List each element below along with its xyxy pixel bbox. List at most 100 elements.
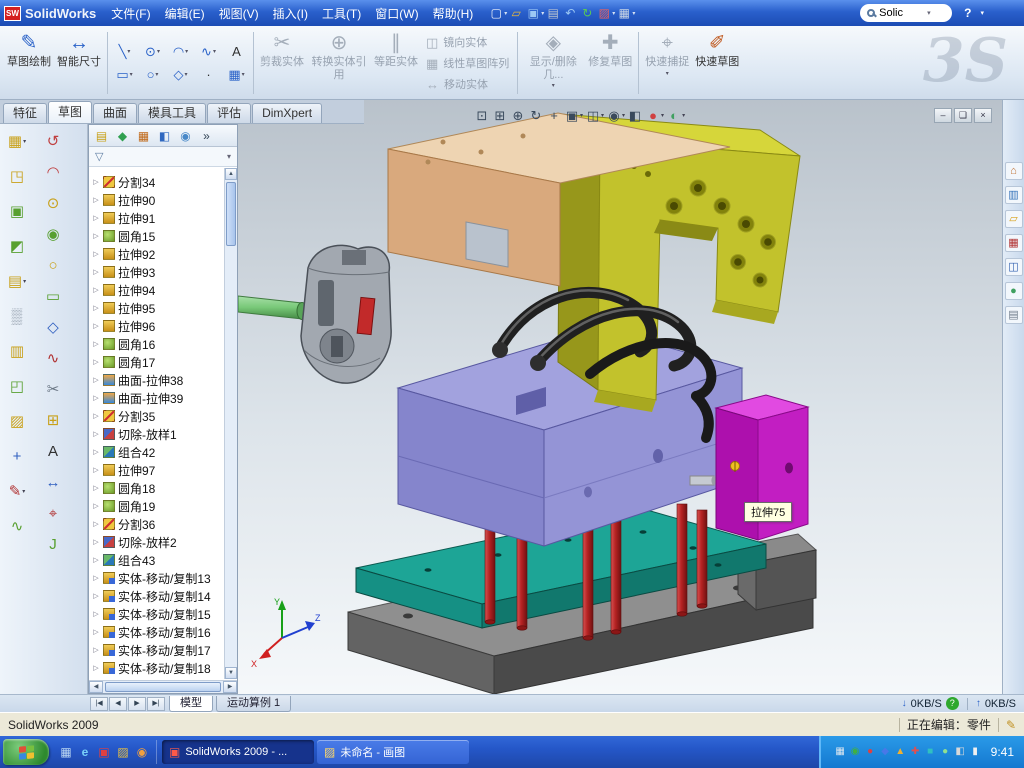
dropdown-arrow-icon[interactable]: ▾ [541,10,544,17]
zoom-in-out-icon[interactable]: ⊕ [510,107,526,124]
toolbar-icon[interactable]: ✎▾ [4,480,30,502]
expander-icon[interactable]: ▷ [90,574,102,582]
expander-icon[interactable]: ▷ [90,484,102,492]
spline-tool-icon[interactable]: ∿▾ [195,41,222,63]
tab-surfaces[interactable]: 曲面 [93,103,137,123]
close-icon[interactable]: × [974,108,992,123]
tree-item[interactable]: ▷曲面-拉伸38 [90,371,224,389]
expander-icon[interactable]: ▷ [90,646,102,654]
dropdown-arrow-icon[interactable]: ▾ [632,10,635,17]
scroll-down-icon[interactable]: ▼ [225,667,237,679]
tray-icon[interactable]: ▮ [968,744,983,760]
dropdown-arrow-icon[interactable]: ▾ [661,112,664,119]
expander-icon[interactable]: ▷ [90,430,102,438]
toolbar-icon[interactable]: ▭ [40,285,66,307]
arc-tool-icon[interactable]: ◠▾ [167,41,194,63]
expander-icon[interactable]: ▷ [90,628,102,636]
move-entities-button[interactable]: ↔ 移动实体 [426,76,509,92]
restore-icon[interactable]: ❏ [954,108,972,123]
toolbar-icon[interactable]: ◰ [4,375,30,397]
dropdown-arrow-icon[interactable]: ▾ [622,112,625,119]
rotate-view-icon[interactable]: ↻ [528,107,544,124]
expander-icon[interactable]: ▷ [90,286,102,294]
show-desktop-icon[interactable]: ▦ [58,744,74,760]
quick-snaps-button[interactable]: ⌖ 快速捕捉 ▾ [642,29,692,97]
menu-file[interactable]: 文件(F) [104,3,157,24]
expander-icon[interactable]: ▷ [90,340,102,348]
expander-icon[interactable]: ▷ [90,466,102,474]
dimxpertmanager-tab-icon[interactable]: ◧ [155,127,174,145]
pan-icon[interactable]: + [546,107,562,124]
file-explorer-icon[interactable]: ▱ [1005,210,1023,228]
dropdown-arrow-icon[interactable]: ▾ [612,10,615,17]
expander-icon[interactable]: ▷ [90,304,102,312]
expander-icon[interactable]: ▷ [90,502,102,510]
tree-item[interactable]: ▷实体-移动/复制16 [90,623,224,641]
tray-icon[interactable]: ◉ [848,744,863,760]
print-icon[interactable]: ▤ [545,4,561,22]
dropdown-arrow-icon[interactable]: ▾ [22,488,25,495]
scrollbar-thumb[interactable] [105,682,221,692]
tray-icon[interactable]: ▲ [893,744,908,760]
dropdown-arrow-icon[interactable]: ▾ [242,71,245,78]
view-palette-icon[interactable]: ◫ [1005,258,1023,276]
tree-item[interactable]: ▷拉伸92 [90,245,224,263]
dropdown-arrow-icon[interactable]: ▾ [552,82,555,89]
menu-help[interactable]: 帮助(H) [426,3,481,24]
dropdown-arrow-icon[interactable]: ▾ [213,48,216,55]
expander-icon[interactable]: ▷ [90,610,102,618]
tree-item[interactable]: ▷圆角16 [90,335,224,353]
toolbar-icon[interactable]: ▣ [4,200,30,222]
rectangle-tool-icon[interactable]: ▭▾ [111,64,138,86]
filter-icon[interactable]: ▽ [95,150,103,163]
toolbar-icon[interactable]: + [4,445,30,467]
toolbar-icon[interactable]: ▥ [4,340,30,362]
dropdown-arrow-icon[interactable]: ▾ [185,48,188,55]
dropdown-arrow-icon[interactable]: ▾ [682,112,685,119]
expander-icon[interactable]: ▷ [90,376,102,384]
tray-icon[interactable]: ● [938,744,953,760]
circle-tool-icon[interactable]: ⊙▾ [139,41,166,63]
view-orientation-icon[interactable]: ▣▾ [564,107,583,124]
help-icon[interactable]: ? [964,6,971,20]
trim-entities-button[interactable]: ✂ 剪裁实体 [257,29,307,97]
toolbar-icon[interactable]: ⊞ [40,409,66,431]
dropdown-arrow-icon[interactable]: ▾ [601,112,604,119]
tree-item[interactable]: ▷拉伸97 [90,461,224,479]
appearances-scenes-icon[interactable]: ● [1005,282,1023,300]
tree-item[interactable]: ▷拉伸95 [90,299,224,317]
dropdown-arrow-icon[interactable]: ▾ [23,278,26,285]
toolbar-icon[interactable]: ▤▾ [4,270,30,292]
tree-item[interactable]: ▷实体-移动/复制17 [90,641,224,659]
gray-tool-part[interactable] [238,245,391,383]
minimize-icon[interactable]: – [934,108,952,123]
tree-item[interactable]: ▷圆角19 [90,497,224,515]
prev-tab-button[interactable]: ◀ [109,697,127,711]
next-tab-button[interactable]: ▶ [128,697,146,711]
rapid-sketch-button[interactable]: ✐ 快速草图 [692,29,742,97]
point-tool-icon[interactable]: · [195,64,222,86]
dropdown-arrow-icon[interactable]: ▾ [580,112,583,119]
section-view-icon[interactable]: ◧ [627,107,643,124]
scrollbar-thumb[interactable] [226,182,236,246]
tree-item[interactable]: ▷拉伸96 [90,317,224,335]
tray-icon[interactable]: ■ [923,744,938,760]
tree-item[interactable]: ▷拉伸93 [90,263,224,281]
horizontal-scrollbar[interactable]: ◀ ▶ [89,680,237,693]
toolbar-icon[interactable]: ◩ [4,235,30,257]
expander-icon[interactable]: ▷ [90,412,102,420]
tree-item[interactable]: ▷圆角18 [90,479,224,497]
expander-icon[interactable]: ▷ [90,232,102,240]
media-player-icon[interactable]: ◉ [134,744,150,760]
toolbar-icon[interactable]: ◇ [40,316,66,338]
toolbar-icon[interactable]: ✂ [40,378,66,400]
zoom-area-icon[interactable]: ⊞ [492,107,508,124]
expander-icon[interactable]: ▷ [90,250,102,258]
solidworks-quicklaunch-icon[interactable]: ▣ [96,744,112,760]
dropdown-arrow-icon[interactable]: ▾ [157,48,160,55]
tree-item[interactable]: ▷分割34 [90,173,224,191]
expander-icon[interactable]: ▷ [90,520,102,528]
tab-model[interactable]: 模型 [169,696,213,712]
scroll-left-icon[interactable]: ◀ [89,681,103,693]
tray-icon[interactable]: ◆ [878,744,893,760]
